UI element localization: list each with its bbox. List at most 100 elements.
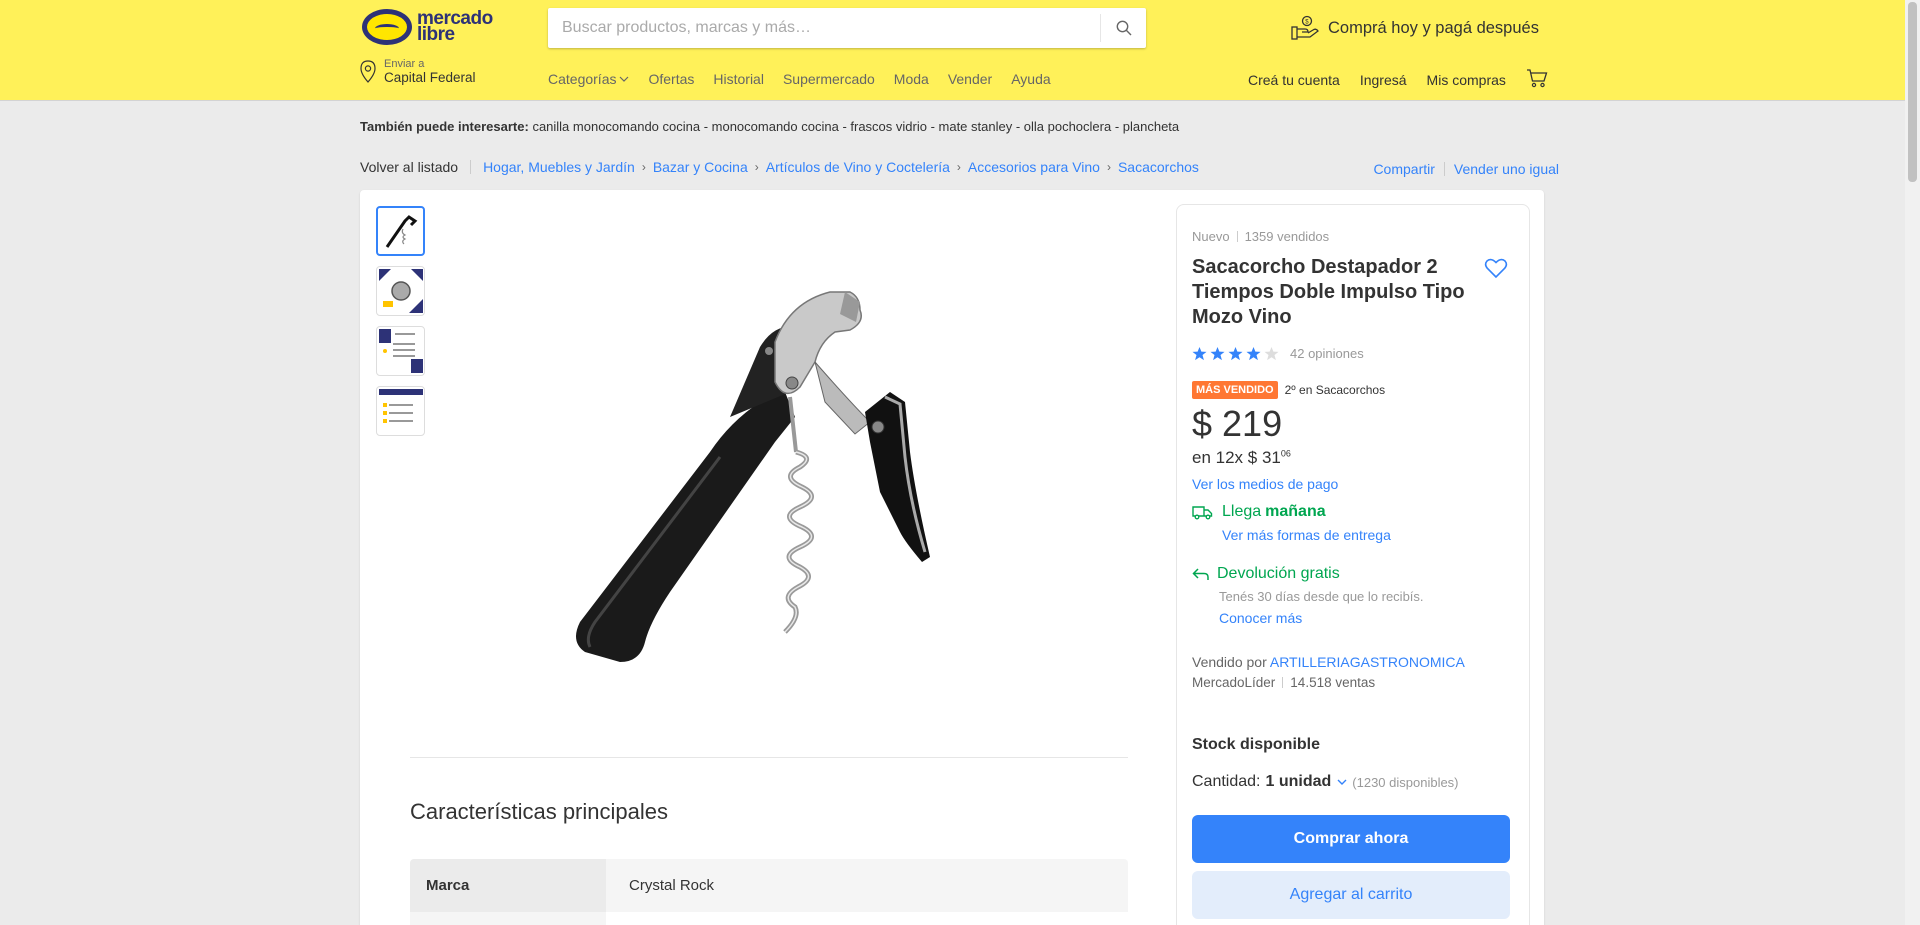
seller-divider [1282, 677, 1284, 688]
nav-moda[interactable]: Moda [894, 71, 929, 87]
product-main-image[interactable] [560, 252, 1010, 682]
nav-historial[interactable]: Historial [713, 71, 764, 87]
login-link[interactable]: Ingresá [1360, 72, 1407, 88]
quantity-available: (1230 disponibles) [1352, 774, 1459, 790]
cart-icon[interactable] [1526, 68, 1548, 88]
create-account-link[interactable]: Creá tu cuenta [1248, 72, 1340, 88]
nav-categorias[interactable]: Categorías [548, 71, 629, 87]
spec-key-empty [410, 912, 606, 925]
thumbnail-gallery [376, 206, 425, 446]
nav-vender[interactable]: Vender [948, 71, 992, 87]
chevron-down-icon [1337, 779, 1347, 785]
installments: en 12x $ 3106 [1192, 448, 1291, 467]
product-title: Sacacorcho Destapador 2 Tiempos Doble Im… [1192, 256, 1465, 328]
star-filled-icon [1228, 346, 1243, 361]
chevron-right-icon: › [956, 160, 961, 174]
spec-value: Crystal Rock [606, 859, 1128, 912]
promo-text: Comprá hoy y pagá después [1328, 18, 1539, 37]
my-purchases-link[interactable]: Mis compras [1427, 72, 1506, 88]
quantity-label: Cantidad: [1192, 773, 1261, 790]
spec-value-empty [606, 912, 1128, 925]
condition-line: Nuevo 1359 vendidos [1192, 229, 1329, 244]
seller-info: Vendido por ARTILLERIAGASTRONOMICA Merca… [1192, 654, 1465, 690]
star-rating [1192, 346, 1282, 361]
section-divider [410, 757, 1128, 758]
quantity-selector[interactable]: Cantidad: 1 unidad (1230 disponibles) [1192, 773, 1459, 791]
share-actions: Compartir Vender uno igual [1373, 161, 1559, 177]
returns-info: Devolución gratis Tenés 30 días desde qu… [1192, 565, 1424, 626]
promo-banner[interactable]: $ Comprá hoy y pagá después [1290, 15, 1539, 41]
share-link[interactable]: Compartir [1373, 161, 1434, 177]
add-to-cart-button[interactable]: Agregar al carrito [1192, 871, 1510, 919]
returns-learn-more-link[interactable]: Conocer más [1219, 610, 1424, 626]
product-card: Características principales Marca Crysta… [360, 190, 1544, 925]
nav-ofertas[interactable]: Ofertas [648, 71, 694, 87]
star-filled-icon [1246, 346, 1261, 361]
back-to-list-link[interactable]: Volver al listado [360, 159, 458, 175]
breadcrumb-item[interactable]: Hogar, Muebles y Jardín [483, 159, 635, 175]
sold-count: 1359 vendidos [1244, 229, 1330, 244]
scrollbar-thumb[interactable] [1908, 2, 1917, 182]
breadcrumb-item[interactable]: Bazar y Cocina [653, 159, 748, 175]
search-button[interactable] [1100, 14, 1146, 42]
share-divider [1443, 162, 1445, 176]
characteristics-table: Marca Crystal Rock [410, 859, 1128, 925]
review-count: 42 opiniones [1290, 346, 1364, 361]
thumbnail-4[interactable] [376, 386, 425, 436]
truck-icon [1192, 505, 1213, 519]
page-scrollbar[interactable] [1905, 0, 1920, 925]
main-nav: Categorías Ofertas Historial Supermercad… [548, 71, 1070, 87]
condition-divider [1236, 231, 1238, 242]
breadcrumb-item[interactable]: Artículos de Vino y Coctelería [766, 159, 950, 175]
header: mercado libre $ Comprá hoy y pagá despué… [0, 0, 1905, 100]
table-row: Marca Crystal Rock [410, 859, 1128, 912]
heart-icon[interactable] [1484, 257, 1508, 279]
handshake-logo-icon [362, 9, 412, 45]
related-searches: También puede interesarte: canilla monoc… [360, 119, 1179, 134]
nav-supermercado[interactable]: Supermercado [783, 71, 875, 87]
returns-line: Devolución gratis [1192, 565, 1424, 583]
thumbnail-2[interactable] [376, 266, 425, 316]
buy-box: Nuevo 1359 vendidos Sacacorcho Destapado… [1176, 204, 1530, 925]
chevron-down-icon [620, 76, 629, 82]
seller-prefix: Vendido por [1192, 654, 1267, 670]
price: $ 219 [1192, 403, 1283, 444]
thumbnail-1[interactable] [376, 206, 425, 256]
seller-sales: 14.518 ventas [1290, 675, 1376, 690]
buy-now-button[interactable]: Comprar ahora [1192, 815, 1510, 863]
delivery-options-link[interactable]: Ver más formas de entrega [1222, 527, 1391, 543]
characteristics-title: Características principales [410, 799, 668, 824]
breadcrumb-divider [470, 160, 472, 174]
shipping-location[interactable]: Enviar a Capital Federal [358, 58, 476, 86]
corkscrew-thumbnail-image [385, 215, 417, 248]
category-rank[interactable]: 2º en Sacacorchos [1285, 383, 1385, 397]
chevron-right-icon: › [1106, 160, 1111, 174]
table-row [410, 912, 1128, 925]
logo-text: mercado libre [417, 8, 493, 45]
rating[interactable]: 42 opiniones [1192, 346, 1364, 361]
breadcrumb-item[interactable]: Sacacorchos [1118, 159, 1199, 175]
ship-location-value: Capital Federal [384, 70, 476, 85]
ship-label: Enviar a [384, 58, 425, 70]
infographic-thumbnail-image [378, 329, 423, 373]
best-seller: MÁS VENDIDO 2º en Sacacorchos [1192, 381, 1385, 399]
breadcrumb: Volver al listado Hogar, Muebles y Jardí… [360, 159, 1199, 175]
payment-methods-link[interactable]: Ver los medios de pago [1192, 476, 1338, 492]
related-searches-items[interactable]: canilla monocomando cocina - monocomando… [532, 119, 1179, 134]
delivery-prefix: Llega [1222, 503, 1262, 520]
search-input[interactable] [548, 8, 1100, 48]
seller-link[interactable]: ARTILLERIAGASTRONOMICA [1270, 654, 1465, 670]
breadcrumb-item[interactable]: Accesorios para Vino [968, 159, 1100, 175]
related-searches-label: También puede interesarte: [360, 119, 529, 134]
user-nav: Creá tu cuenta Ingresá Mis compras [1248, 68, 1548, 88]
condition-text: Nuevo [1192, 229, 1230, 244]
search-icon [1116, 20, 1131, 36]
location-pin-icon [360, 60, 376, 83]
mercadolibre-logo[interactable]: mercado libre [362, 9, 493, 45]
sell-same-link[interactable]: Vender uno igual [1454, 161, 1559, 177]
spec-key: Marca [410, 859, 606, 912]
nav-ayuda[interactable]: Ayuda [1011, 71, 1050, 87]
thumbnail-3[interactable] [376, 326, 425, 376]
return-arrow-icon [1192, 568, 1209, 580]
hand-coin-icon: $ [1291, 15, 1319, 40]
